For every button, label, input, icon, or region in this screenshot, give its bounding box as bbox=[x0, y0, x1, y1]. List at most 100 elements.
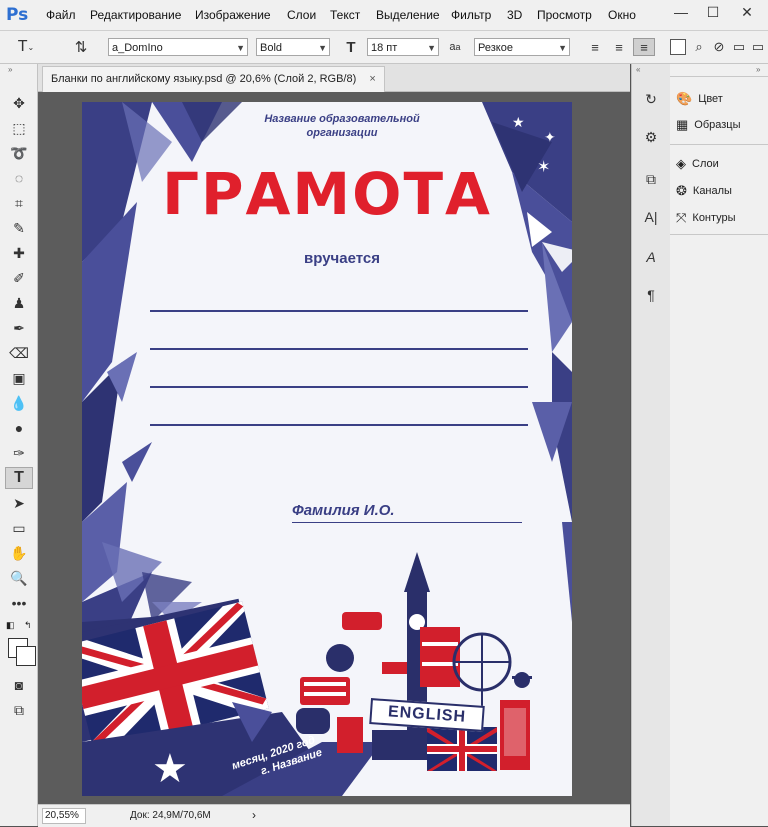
blur-tool-icon[interactable]: 💧 bbox=[5, 392, 33, 414]
chevron-down-icon: ▼ bbox=[236, 43, 245, 53]
path-select-tool-icon[interactable]: ➤ bbox=[5, 492, 33, 514]
menu-3d[interactable]: 3D bbox=[507, 8, 522, 22]
document-tab-title: Бланки по английскому языку.psd @ 20,6% … bbox=[51, 73, 357, 85]
text-orientation-icon[interactable]: ⇅ bbox=[70, 38, 92, 56]
status-menu-arrow[interactable]: › bbox=[252, 808, 256, 822]
history-brush-tool-icon[interactable]: ✒ bbox=[5, 317, 33, 339]
pen-tool-icon[interactable]: ✑ bbox=[5, 442, 33, 464]
panel-paths[interactable]: ⤧ Контуры bbox=[676, 207, 736, 229]
tools-panel: » ✥ ⬚ ➰ ◌ ⌗ ✎ ✚ ✐ ♟ ✒ ⌫ ▣ 💧 ● ✑ T ➤ ▭ ✋ … bbox=[0, 64, 38, 826]
panel-paths-label: Контуры bbox=[692, 212, 736, 224]
organization-name[interactable]: Название образовательной организации bbox=[252, 112, 432, 140]
chevron-down-icon: ▼ bbox=[427, 43, 436, 53]
type-tool-icon[interactable]: T bbox=[5, 467, 33, 489]
menu-edit[interactable]: Редактирование bbox=[90, 8, 181, 22]
writing-line bbox=[150, 310, 528, 312]
layers-icon: ◈ bbox=[676, 156, 686, 171]
font-family-select[interactable]: a_DomIno ▼ bbox=[108, 38, 248, 56]
antialias-select[interactable]: Резкое ▼ bbox=[474, 38, 570, 56]
collapse-arrows-icon[interactable]: » bbox=[8, 65, 12, 74]
paragraph-icon[interactable]: ¶ bbox=[639, 284, 663, 306]
quick-select-tool-icon[interactable]: ◌ bbox=[5, 167, 33, 189]
cancel-edit-icon[interactable]: ⊘ bbox=[710, 38, 728, 56]
zoom-tool-icon[interactable]: 🔍 bbox=[5, 567, 33, 589]
menu-layers[interactable]: Слои bbox=[287, 8, 316, 22]
status-bar: 20,55% Док: 24,9M/70,6M › bbox=[38, 804, 630, 827]
antialias-value: Резкое bbox=[478, 42, 513, 54]
panel-swatches[interactable]: ▦ Образцы bbox=[676, 114, 741, 136]
default-colors-icon[interactable]: ◧ bbox=[6, 620, 15, 631]
crop-tool-icon[interactable]: ⌗ bbox=[5, 192, 33, 214]
panel-divider bbox=[670, 76, 768, 77]
align-left-icon[interactable]: ≡ bbox=[585, 38, 605, 56]
rectangle-tool-icon[interactable]: ▭ bbox=[5, 517, 33, 539]
healing-brush-tool-icon[interactable]: ✚ bbox=[5, 242, 33, 264]
menu-filter[interactable]: Фильтр bbox=[451, 8, 491, 22]
eyedropper-tool-icon[interactable]: ✎ bbox=[5, 217, 33, 239]
document-size-info: Док: 24,9M/70,6M bbox=[130, 810, 211, 821]
text-tool-preset-icon[interactable]: T ⌄ bbox=[8, 38, 44, 56]
menu-type[interactable]: Текст bbox=[330, 8, 360, 22]
chevron-down-icon: ▼ bbox=[558, 43, 567, 53]
writing-line bbox=[150, 348, 528, 350]
panel-layers[interactable]: ◈ Слои bbox=[676, 153, 719, 175]
font-size-icon: T bbox=[346, 38, 356, 56]
swap-colors-icon[interactable]: ↰ bbox=[24, 620, 32, 631]
properties-icon[interactable]: ⚙ bbox=[639, 126, 663, 148]
close-window-button[interactable]: ✕ bbox=[730, 0, 764, 24]
maximize-button[interactable]: ☐ bbox=[696, 0, 730, 24]
zoom-field[interactable]: 20,55% bbox=[42, 808, 86, 824]
options-bar: T ⌄ ⇅ a_DomIno ▼ Bold ▼ T 18 пт ▼ aa Резкое ▼… bbox=[0, 31, 768, 64]
align-right-icon[interactable]: ≡ bbox=[633, 38, 655, 56]
eraser-tool-icon[interactable]: ⌫ bbox=[5, 342, 33, 364]
font-size-value: 18 пт bbox=[371, 42, 398, 54]
menu-image[interactable]: Изображение bbox=[195, 8, 271, 22]
gradient-tool-icon[interactable]: ▣ bbox=[5, 367, 33, 389]
warp-text-icon[interactable]: ⌕ bbox=[690, 38, 708, 56]
background-color-swatch[interactable] bbox=[16, 646, 36, 666]
expand-arrows-icon[interactable]: » bbox=[756, 65, 760, 74]
awarded-text[interactable]: вручается bbox=[82, 250, 572, 267]
move-tool-icon[interactable]: ✥ bbox=[5, 92, 33, 114]
libraries-icon[interactable]: ⧉ bbox=[639, 168, 663, 190]
text-color-swatch[interactable] bbox=[668, 38, 688, 56]
lasso-tool-icon[interactable]: ➰ bbox=[5, 142, 33, 164]
panel-channels[interactable]: ❂ Каналы bbox=[676, 180, 732, 202]
paths-icon: ⤧ bbox=[676, 210, 687, 225]
close-tab-icon[interactable]: × bbox=[369, 73, 375, 85]
more-tools-icon[interactable]: ••• bbox=[5, 592, 33, 614]
history-icon[interactable]: ↻ bbox=[639, 88, 663, 110]
antialias-icon: aa bbox=[449, 41, 461, 53]
marquee-tool-icon[interactable]: ⬚ bbox=[5, 117, 33, 139]
menu-select[interactable]: Выделение bbox=[376, 8, 440, 22]
clone-stamp-tool-icon[interactable]: ♟ bbox=[5, 292, 33, 314]
dodge-tool-icon[interactable]: ● bbox=[5, 417, 33, 439]
certificate-title[interactable]: ГРАМОТА bbox=[82, 160, 572, 228]
paragraph-style-icon[interactable]: A bbox=[639, 246, 663, 268]
certificate-document[interactable]: ★ ✦ ✶ ★ Название образовательной организ… bbox=[82, 102, 572, 796]
font-family-value: a_DomIno bbox=[112, 42, 163, 54]
align-center-icon[interactable]: ≡ bbox=[609, 38, 629, 56]
menu-window[interactable]: Окно bbox=[608, 8, 636, 22]
brush-tool-icon[interactable]: ✐ bbox=[5, 267, 33, 289]
quick-mask-icon[interactable]: ◙ bbox=[5, 674, 33, 696]
chevron-down-icon: ▼ bbox=[318, 43, 327, 53]
menu-file[interactable]: Файл bbox=[46, 8, 76, 22]
hand-tool-icon[interactable]: ✋ bbox=[5, 542, 33, 564]
font-style-select[interactable]: Bold ▼ bbox=[256, 38, 330, 56]
screen-mode-icon[interactable]: ⧉ bbox=[5, 699, 33, 721]
surname-placeholder[interactable]: Фамилия И.О. bbox=[292, 502, 395, 519]
menu-view[interactable]: Просмотр bbox=[537, 8, 592, 22]
character-icon[interactable]: A| bbox=[639, 206, 663, 228]
commit-edit-icon[interactable]: ▭ bbox=[730, 38, 748, 56]
toggle-panels-icon[interactable]: ▭ bbox=[750, 38, 766, 56]
collapse-arrows-icon[interactable]: « bbox=[636, 65, 640, 74]
panels-dock: » 🎨 Цвет ▦ Образцы ◈ Слои ❂ Каналы ⤧ Кон… bbox=[670, 64, 768, 826]
font-size-select[interactable]: 18 пт ▼ bbox=[367, 38, 439, 56]
panel-layers-label: Слои bbox=[692, 158, 719, 170]
minimize-button[interactable]: — bbox=[664, 0, 698, 24]
panel-swatches-label: Образцы bbox=[694, 119, 741, 131]
panel-color[interactable]: 🎨 Цвет bbox=[676, 88, 723, 110]
document-tab[interactable]: Бланки по английскому языку.psd @ 20,6% … bbox=[42, 66, 385, 92]
color-palette-icon: 🎨 bbox=[676, 91, 693, 106]
